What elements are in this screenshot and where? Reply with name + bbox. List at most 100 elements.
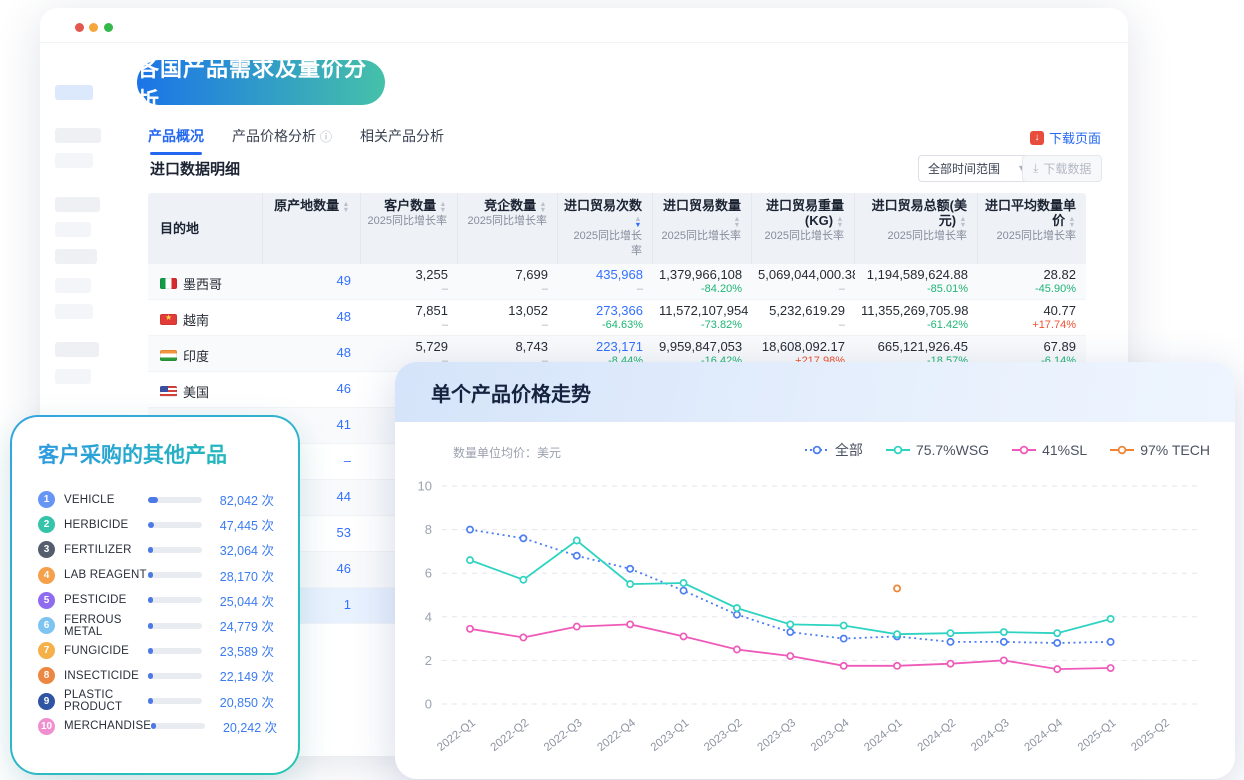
table-row[interactable]: 墨西哥493,255–7,699–435,968–1,379,966,108-8… [148, 264, 1086, 300]
chart-unit-label: 数量单位均价：美元 [453, 444, 561, 461]
rank-badge: 4 [38, 567, 55, 584]
metric-cell: 11,572,107,954-73.82% [653, 300, 752, 335]
download-page-link[interactable]: ↓ 下载页面 [1030, 128, 1101, 147]
product-count-bar-fill [148, 572, 153, 578]
maximize-window-icon[interactable] [104, 23, 113, 32]
product-list-item[interactable]: 4LAB REAGENT28,170 次 [38, 563, 274, 588]
destination-cell: 越南 [148, 300, 263, 335]
metric-cell: 1,194,589,624.88-85.01% [855, 264, 978, 299]
origin-count-value: 53 [337, 525, 351, 540]
rank-badge: 5 [38, 592, 55, 609]
product-list-item[interactable]: 2HERBICIDE47,445 次 [38, 512, 274, 537]
data-point-全部 [1054, 640, 1060, 646]
column-header[interactable]: 进口贸易数量▲▼2025同比增长率 [653, 193, 752, 264]
product-list-item[interactable]: 5 PESTICIDE 25,044 次 [38, 588, 274, 613]
metric-value[interactable]: 223,171 [564, 339, 643, 355]
product-name: HERBICIDE [64, 519, 148, 531]
legend-marker-icon [804, 445, 830, 455]
metric-cell: 40.77+17.74% [978, 300, 1086, 335]
sort-icon[interactable]: ▲▼ [634, 216, 642, 228]
time-range-select[interactable]: 全部时间范围 ▾ [918, 155, 1034, 182]
origin-count-cell[interactable]: 49 [263, 264, 361, 299]
price-trend-title: 单个产品价格走势 [431, 378, 591, 407]
product-list-item[interactable]: 3FERTILIZER32,064 次 [38, 537, 274, 562]
column-header[interactable]: 进口贸易重量(KG)▲▼2025同比增长率 [752, 193, 855, 264]
product-count: 25,044 次 [202, 591, 274, 610]
column-subheader: 2025同比增长率 [758, 229, 844, 244]
product-list-item[interactable]: 9PLASTIC PRODUCT20,850 次 [38, 689, 274, 714]
data-point-全部 [1108, 639, 1114, 645]
column-header[interactable]: 进口贸易次数▲▼2025同比增长率 [558, 193, 653, 264]
product-count-bar-fill [148, 623, 153, 629]
x-axis-tick: 2022-Q2 [489, 717, 532, 754]
data-point-41%SL [467, 626, 473, 632]
screenshot-canvas: 各国产品需求及量价分析 产品概况产品价格分析ⓘ相关产品分析 ↓ 下载页面 进口数… [0, 0, 1244, 780]
download-data-button[interactable]: ⤓ 下载数据 [1022, 155, 1102, 182]
sort-icon[interactable]: ▲▼ [1068, 216, 1076, 228]
origin-count-value: 46 [337, 381, 351, 396]
product-count-bar-fill [148, 673, 153, 679]
sort-icon[interactable]: ▲▼ [959, 216, 967, 228]
column-header-origin-count[interactable]: 原产地数量▲▼ [263, 193, 361, 264]
column-header[interactable]: 客户数量▲▼2025同比增长率 [361, 193, 458, 264]
product-list-item[interactable]: 7FUNGICIDE23,589 次 [38, 638, 274, 663]
origin-count-cell[interactable]: 48 [263, 336, 361, 371]
product-list-item[interactable]: 1VEHICLE82,042 次 [38, 487, 274, 512]
sort-icon[interactable]: ▲▼ [733, 216, 741, 228]
origin-count-value: 48 [337, 309, 351, 324]
metric-value: 8,743 [464, 339, 548, 355]
legend-item-97% TECH[interactable]: 97% TECH [1109, 442, 1210, 458]
product-name: LAB REAGENT [64, 569, 148, 581]
download-page-label: 下载页面 [1049, 128, 1101, 147]
product-list-item[interactable]: 8INSECTICIDE22,149 次 [38, 663, 274, 688]
product-count: 24,779 次 [202, 616, 274, 635]
product-count-bar [148, 522, 202, 528]
origin-count-value: – [344, 453, 351, 468]
product-count-bar [148, 623, 202, 629]
metric-value[interactable]: 273,366 [564, 303, 643, 319]
y-axis-tick: 10 [418, 479, 432, 494]
metric-value[interactable]: 435,968 [564, 267, 643, 283]
metric-cell: 5,069,044,000.38– [752, 264, 855, 299]
origin-count-cell[interactable]: 48 [263, 300, 361, 335]
minimize-window-icon[interactable] [89, 23, 98, 32]
origin-count-cell[interactable]: 46 [263, 372, 361, 407]
window-titlebar [40, 8, 1128, 43]
data-point-41%SL [1054, 666, 1060, 672]
sort-icon[interactable]: ▲▼ [836, 216, 844, 228]
tab-产品概况[interactable]: 产品概况 [148, 126, 204, 155]
legend-item-全部[interactable]: 全部 [804, 440, 863, 460]
metric-value: 28.82 [984, 267, 1076, 283]
product-count-bar-fill [151, 723, 156, 729]
sort-icon[interactable]: ▲▼ [539, 201, 547, 213]
product-count: 20,850 次 [202, 692, 274, 711]
tab-label: 产品价格分析 [232, 126, 316, 146]
data-point-全部 [787, 629, 793, 635]
close-window-icon[interactable] [75, 23, 84, 32]
table-row[interactable]: 越南487,851–13,052–273,366-64.63%11,572,10… [148, 300, 1086, 336]
metric-cell: 28.82-45.90% [978, 264, 1086, 299]
data-point-全部 [841, 636, 847, 642]
data-point-75.7%WSG [841, 622, 847, 628]
column-header[interactable]: 进口平均数量单价▲▼2025同比增长率 [978, 193, 1086, 264]
product-name: VEHICLE [64, 494, 148, 506]
data-point-75.7%WSG [1108, 616, 1114, 622]
tab-产品价格分析[interactable]: 产品价格分析ⓘ [232, 126, 332, 155]
sort-icon[interactable]: ▲▼ [342, 201, 350, 213]
legend-label: 75.7%WSG [916, 442, 989, 458]
tab-相关产品分析[interactable]: 相关产品分析 [360, 126, 444, 155]
column-header[interactable]: 进口贸易总额(美元)▲▼2025同比增长率 [855, 193, 978, 264]
sort-icon[interactable]: ▲▼ [439, 201, 447, 213]
product-name: PESTICIDE [64, 594, 148, 606]
growth-rate: +17.74% [984, 319, 1076, 332]
product-list-item[interactable]: 10MERCHANDISE20,242 次 [38, 714, 274, 739]
info-icon: ⓘ [320, 128, 332, 145]
product-count-bar-fill [148, 497, 158, 503]
product-list-item[interactable]: 6FERROUS METAL24,779 次 [38, 613, 274, 638]
metric-value: 3,255 [367, 267, 448, 283]
page-title: 各国产品需求及量价分析 [137, 60, 385, 105]
sidebar-skeleton-item [55, 369, 91, 384]
legend-item-41%SL[interactable]: 41%SL [1011, 442, 1087, 458]
column-header[interactable]: 竞企数量▲▼2025同比增长率 [458, 193, 558, 264]
legend-item-75.7%WSG[interactable]: 75.7%WSG [885, 442, 989, 458]
